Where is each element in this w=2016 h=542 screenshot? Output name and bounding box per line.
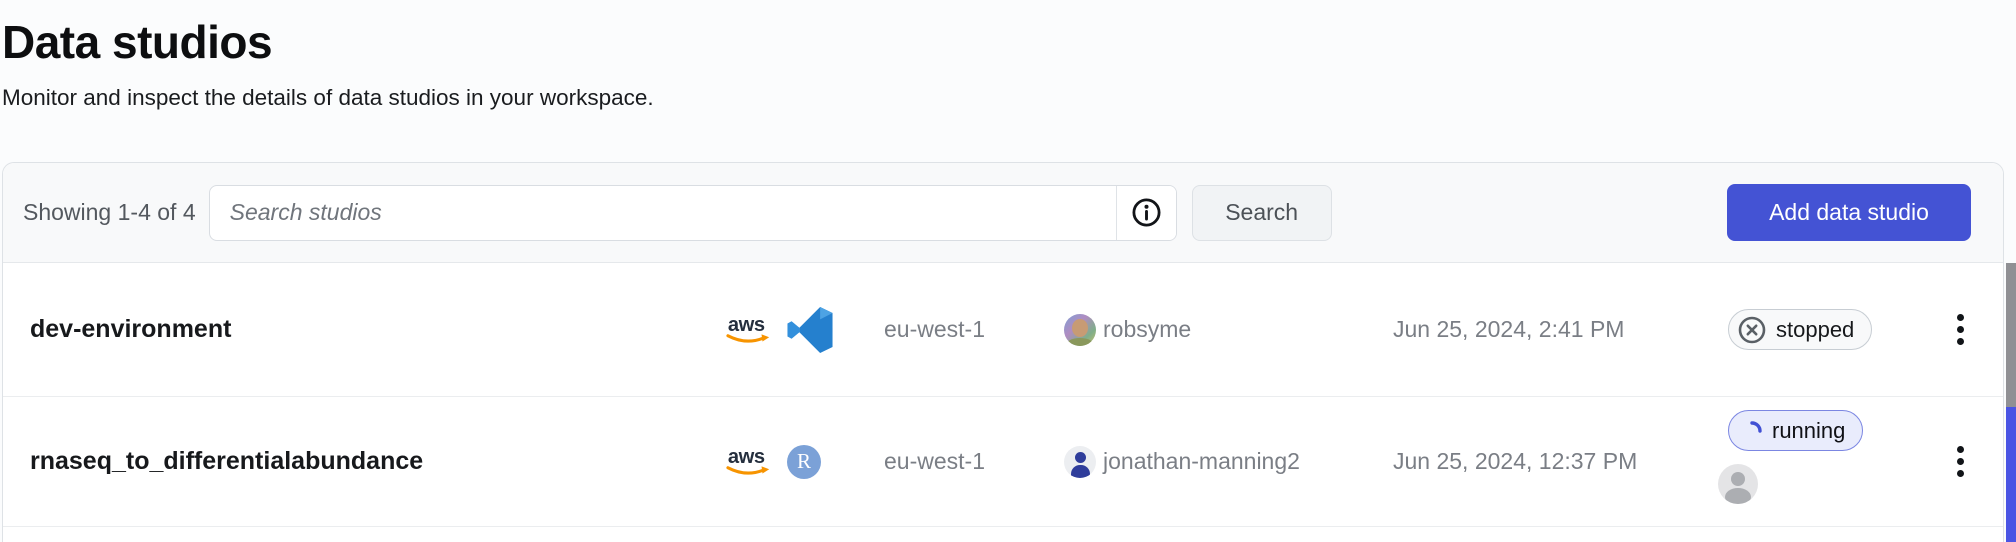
person-icon	[1064, 446, 1096, 478]
row-menu-button[interactable]	[1941, 440, 1979, 484]
scrollbar-thumb[interactable]	[2006, 263, 2016, 407]
studio-name-cell: rnaseq_to_differentialabundance	[30, 447, 726, 476]
add-data-studio-button[interactable]: Add data studio	[1727, 184, 1971, 241]
results-count: Showing 1-4 of 4	[23, 199, 196, 226]
studio-user-cell: robsyme	[1056, 314, 1391, 346]
status-label: running	[1772, 418, 1845, 444]
page-title: Data studios	[2, 12, 2016, 72]
aws-icon: aws	[726, 313, 774, 347]
studio-menu-cell	[1935, 308, 2003, 352]
spinner-icon	[1741, 420, 1763, 442]
status-label: stopped	[1776, 317, 1854, 343]
studio-region: eu-west-1	[866, 316, 1056, 343]
status-badge-stopped: stopped	[1728, 309, 1872, 350]
vscode-icon	[787, 307, 833, 353]
search-button[interactable]: Search	[1192, 185, 1332, 241]
scrollbar-segment-active[interactable]	[2006, 407, 2016, 542]
studio-name-link[interactable]: rnaseq_to_differentialabundance	[30, 447, 423, 475]
user-avatar	[1064, 314, 1096, 346]
studio-row: dev-environment aws	[3, 263, 2003, 397]
studio-row: rnaseq_to_differentialabundance aws R eu…	[3, 397, 2003, 527]
status-badge-running: running	[1728, 410, 1863, 451]
data-studios-page: Data studios Monitor and inspect the det…	[0, 0, 2016, 112]
svg-text:aws: aws	[728, 313, 765, 335]
studio-menu-cell	[1935, 440, 2003, 484]
studio-icons-cell: aws	[726, 307, 866, 353]
studio-date: Jun 25, 2024, 12:37 PM	[1391, 448, 1721, 475]
page-subtitle: Monitor and inspect the details of data …	[2, 84, 2016, 112]
info-icon	[1131, 197, 1162, 228]
rstudio-icon: R	[787, 445, 821, 479]
studio-name-cell: dev-environment	[30, 315, 726, 344]
aws-icon: aws	[726, 445, 774, 479]
search-input-group	[209, 185, 1177, 241]
user-name: robsyme	[1103, 316, 1191, 343]
studio-status-cell: running	[1721, 397, 1935, 526]
svg-text:aws: aws	[728, 445, 765, 467]
circle-x-icon	[1737, 315, 1767, 345]
studio-icons-cell: aws R	[726, 445, 866, 479]
studio-user-cell: jonathan-manning2	[1056, 446, 1391, 478]
search-input[interactable]	[210, 186, 1116, 240]
avatar-placeholder-icon	[1718, 464, 1758, 504]
row-menu-button[interactable]	[1941, 308, 1979, 352]
search-info-addon[interactable]	[1116, 186, 1176, 240]
toolbar: Showing 1-4 of 4 Search Add data studio	[3, 163, 2003, 263]
studio-date: Jun 25, 2024, 2:41 PM	[1391, 316, 1721, 343]
studio-name-link[interactable]: dev-environment	[30, 315, 231, 343]
studio-status-cell: stopped	[1721, 309, 1935, 350]
kebab-menu-icon	[1957, 314, 1964, 321]
studio-region: eu-west-1	[866, 448, 1056, 475]
studios-card: Showing 1-4 of 4 Search Add data studio …	[2, 162, 2004, 542]
kebab-menu-icon	[1957, 446, 1964, 453]
user-name: jonathan-manning2	[1103, 448, 1300, 475]
